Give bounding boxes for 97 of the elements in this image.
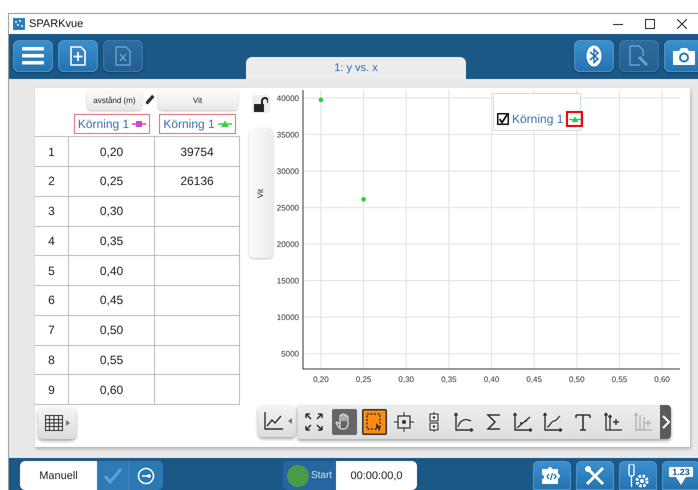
checkbox[interactable] xyxy=(497,113,509,125)
table-cell: 0,55 xyxy=(69,346,155,376)
mode-field[interactable]: Manuell xyxy=(20,461,97,490)
x-tick-label: 0,60 xyxy=(654,375,670,384)
y-tick-label: 40000 xyxy=(276,94,299,104)
triangle-marker-icon xyxy=(568,116,581,122)
graph-menu-button[interactable] xyxy=(258,405,296,437)
y-tick-label: 30000 xyxy=(276,167,299,176)
table-cell: 0,60 xyxy=(69,375,155,405)
tools-button[interactable] xyxy=(576,461,614,490)
smooth-fit-icon xyxy=(543,412,564,432)
window-title: SPARKvue xyxy=(29,18,84,30)
x-tick-label: 0,50 xyxy=(569,375,585,384)
table-cell: 0,50 xyxy=(69,316,155,346)
more-tools-button[interactable] xyxy=(660,405,671,439)
multi-axis-icon xyxy=(632,412,653,432)
selection-tool[interactable] xyxy=(362,409,387,435)
table-cell: 0,35 xyxy=(69,226,155,256)
linear-fit-icon xyxy=(513,412,534,432)
sensor-gear-icon xyxy=(626,464,650,488)
line-graph-icon xyxy=(262,411,284,431)
sampling-button[interactable] xyxy=(128,461,163,490)
y-tick-label: 20000 xyxy=(276,240,299,250)
column-header-button[interactable]: avstånd (m) xyxy=(87,90,142,110)
checkmark-icon xyxy=(104,468,122,484)
graph-tab[interactable]: 1: y vs. x xyxy=(246,57,466,79)
y-tick-label: 25000 xyxy=(276,204,299,213)
close-icon[interactable] xyxy=(677,19,687,29)
start-button[interactable]: Start xyxy=(283,461,336,490)
menu-button[interactable] xyxy=(13,40,53,72)
y-tick-label: 5000 xyxy=(281,350,299,359)
row-number: 5 xyxy=(35,256,69,286)
hand-tool[interactable] xyxy=(332,409,357,435)
document-pen-icon xyxy=(628,45,650,67)
menu-icon xyxy=(22,47,44,65)
add-page-icon xyxy=(70,46,86,66)
x-tick-label: 0,20 xyxy=(313,375,329,384)
run-label[interactable]: Körning 1 xyxy=(74,114,150,134)
data-point xyxy=(361,197,366,202)
row-number: 7 xyxy=(35,316,69,346)
row-number: 4 xyxy=(35,226,69,256)
bluetooth-button[interactable] xyxy=(574,40,614,72)
text-annotation-icon xyxy=(573,412,594,432)
y-axis-button[interactable]: Vit xyxy=(248,128,272,258)
new-page-button[interactable] xyxy=(58,40,98,72)
column-header-button[interactable]: Vit xyxy=(158,90,238,110)
row-number: 6 xyxy=(35,286,69,316)
camera-button[interactable] xyxy=(664,40,698,72)
y-tick-label: 35000 xyxy=(276,130,299,140)
crosshair-icon xyxy=(394,412,414,432)
table-cell: 0,20 xyxy=(69,137,155,167)
maximize-icon[interactable] xyxy=(645,19,655,29)
x-tick-label: 0,40 xyxy=(484,375,500,384)
row-number: 1 xyxy=(35,137,69,167)
wrench-screwdriver-icon xyxy=(584,464,606,486)
add-axis-icon xyxy=(603,412,624,432)
curve-fit-icon xyxy=(454,412,474,432)
table-cell: 39754 xyxy=(155,137,240,167)
table-cell: 26136 xyxy=(155,167,240,197)
x-tick-label: 0,30 xyxy=(398,375,414,384)
y-tick-label: 10000 xyxy=(276,313,299,322)
code-button[interactable] xyxy=(533,461,571,490)
camera-icon xyxy=(672,46,696,66)
data-point xyxy=(318,98,324,102)
crosshair-tool[interactable] xyxy=(392,409,416,435)
legend-marker[interactable] xyxy=(566,111,584,127)
table-cell: 0,30 xyxy=(69,196,155,226)
table-cell: 0,25 xyxy=(69,167,155,197)
right-triangle-icon xyxy=(66,420,70,426)
x-tick-label: 0,45 xyxy=(526,375,542,384)
row-number: 8 xyxy=(35,346,69,376)
spreadsheet-file-icon xyxy=(115,46,131,66)
x-tick-label: 0,25 xyxy=(356,375,372,384)
left-triangle-icon xyxy=(288,418,292,424)
app-icon xyxy=(13,18,25,30)
bluetooth-icon xyxy=(586,45,602,67)
code-puzzle-icon xyxy=(541,466,563,486)
sensor-settings-button[interactable] xyxy=(619,461,657,490)
row-number: 3 xyxy=(35,196,69,226)
scale-to-fit-icon xyxy=(304,412,324,432)
display-button[interactable]: 1.23 xyxy=(662,461,698,490)
legend-label: Körning 1 xyxy=(512,112,564,126)
row-number: 9 xyxy=(35,375,69,405)
elapsed-time-field: 00:00:00,0 xyxy=(336,461,417,490)
timer-icon xyxy=(137,466,155,484)
table-cell: 0,45 xyxy=(69,286,155,316)
y-tick-label: 15000 xyxy=(276,276,299,286)
table-menu-button[interactable] xyxy=(38,407,76,439)
table-cell: 0,40 xyxy=(69,256,155,286)
record-icon xyxy=(286,464,309,486)
chevron-right-icon xyxy=(662,415,670,429)
row-number: 2 xyxy=(35,167,69,197)
table-icon xyxy=(44,415,62,431)
down-triangle-icon xyxy=(676,476,686,484)
run-label[interactable]: Körning 1 xyxy=(159,114,236,134)
x-tick-label: 0,35 xyxy=(441,375,457,384)
x-tick-label: 0,55 xyxy=(612,375,628,384)
